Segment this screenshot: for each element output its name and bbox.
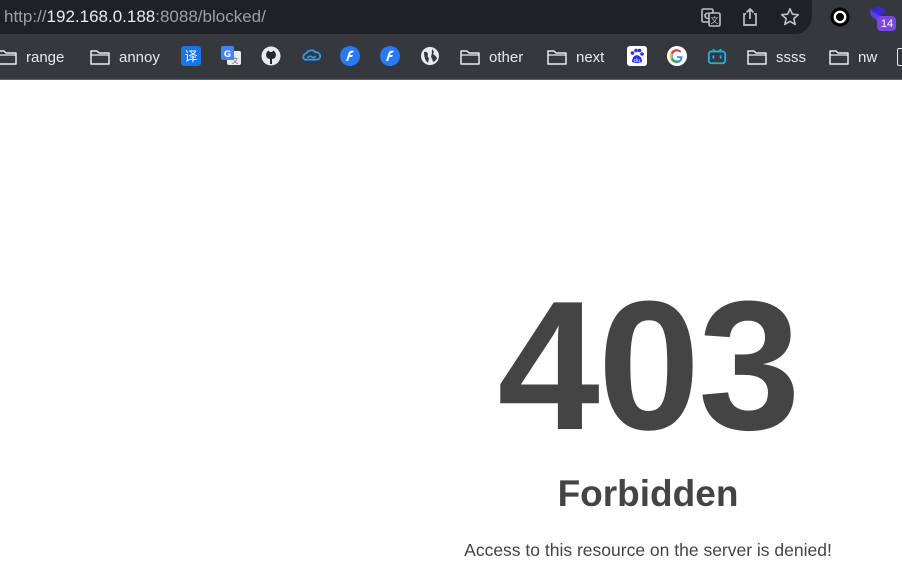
error-message: Access to this resource on the server is… bbox=[464, 540, 832, 560]
bookmark-label: other bbox=[489, 48, 524, 66]
bookmark-folder-other[interactable]: other bbox=[460, 46, 523, 68]
google-favicon[interactable] bbox=[667, 46, 687, 66]
bookmark-label: range bbox=[26, 48, 65, 66]
browser-chrome: http://192.168.0.188:8088/blocked/ G 文 1… bbox=[0, 0, 902, 80]
folder-icon bbox=[460, 50, 480, 65]
cloud-favicon[interactable] bbox=[301, 46, 321, 66]
github-favicon[interactable] bbox=[261, 46, 281, 66]
folder-icon bbox=[547, 50, 567, 65]
bookmark-overflow-icon[interactable] bbox=[897, 48, 902, 66]
url-path: :8088/blocked/ bbox=[155, 7, 266, 26]
bookmark-label: nw bbox=[858, 48, 878, 66]
baidu-favicon[interactable]: du bbox=[627, 46, 647, 66]
bookmarks-bar: range annoy 译 G文 other next du ssss nw bbox=[0, 36, 902, 78]
extension-badge-icon[interactable]: 14 bbox=[866, 3, 898, 33]
bookmark-folder-ssss[interactable]: ssss bbox=[747, 46, 806, 68]
bookmark-folder-nw[interactable]: nw bbox=[829, 46, 877, 68]
app-favicon[interactable] bbox=[380, 46, 400, 66]
share-icon[interactable] bbox=[738, 5, 762, 29]
svg-text:文: 文 bbox=[232, 56, 239, 65]
bookmark-folder-annoy[interactable]: annoy bbox=[90, 46, 160, 68]
svg-text:译: 译 bbox=[184, 50, 197, 65]
svg-text:G: G bbox=[224, 50, 231, 60]
error-title: Forbidden bbox=[557, 473, 739, 514]
google-translate-favicon[interactable]: G文 bbox=[221, 46, 241, 66]
chrome-divider bbox=[0, 79, 902, 80]
error-code: 403 bbox=[497, 262, 801, 468]
extension-badge-count: 14 bbox=[880, 18, 894, 30]
translate-favicon[interactable]: 译 bbox=[181, 46, 201, 66]
bilibili-favicon[interactable] bbox=[707, 46, 727, 66]
svg-text:文: 文 bbox=[711, 15, 719, 25]
folder-icon bbox=[829, 50, 849, 65]
address-bar-url[interactable]: http://192.168.0.188:8088/blocked/ bbox=[4, 7, 266, 27]
folder-icon bbox=[0, 50, 17, 65]
url-scheme: http:// bbox=[4, 7, 47, 26]
bookmark-label: annoy bbox=[119, 48, 160, 66]
bookmark-folder-range[interactable]: range bbox=[0, 46, 64, 68]
translate-icon[interactable]: G 文 bbox=[699, 5, 723, 29]
bookmark-folder-next[interactable]: next bbox=[547, 46, 604, 68]
globe-favicon[interactable] bbox=[420, 46, 440, 66]
bookmark-star-icon[interactable] bbox=[778, 5, 802, 29]
folder-icon bbox=[90, 50, 110, 65]
bookmark-label: next bbox=[576, 48, 605, 66]
folder-icon bbox=[747, 50, 767, 65]
address-bar[interactable]: http://192.168.0.188:8088/blocked/ G 文 bbox=[0, 0, 812, 34]
bookmark-label: ssss bbox=[776, 48, 806, 66]
app-favicon[interactable] bbox=[340, 46, 360, 66]
url-host: 192.168.0.188 bbox=[46, 7, 156, 26]
svg-text:du: du bbox=[634, 58, 641, 64]
extension-record-icon[interactable] bbox=[828, 5, 852, 29]
